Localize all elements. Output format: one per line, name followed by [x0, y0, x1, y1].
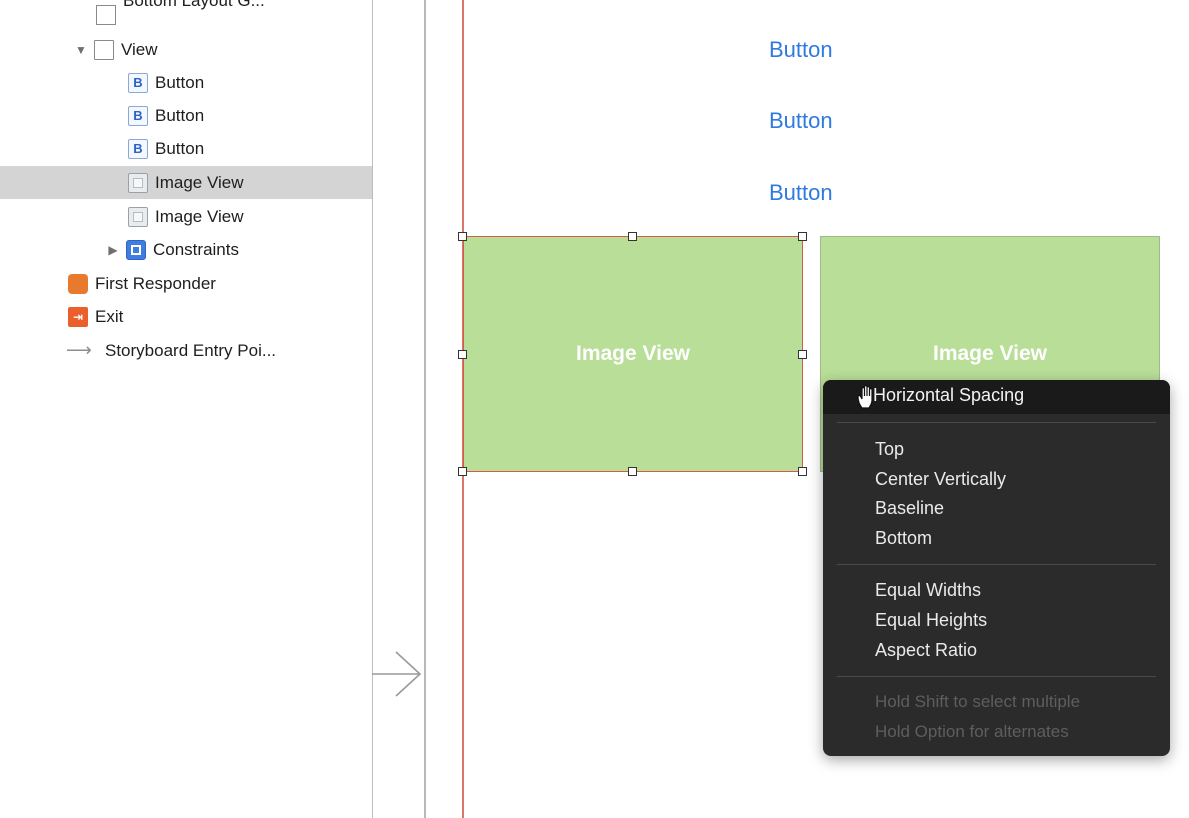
outline-item-label: Button: [155, 105, 205, 125]
outline-item-button[interactable]: B Button: [0, 132, 372, 165]
menu-item-center-vertically[interactable]: Center Vertically: [875, 466, 1006, 492]
outline-item-image-view-selected[interactable]: Image View: [0, 166, 372, 199]
menu-separator: [837, 676, 1156, 677]
outline-item-exit[interactable]: ⇥ Exit: [0, 300, 372, 333]
outline-item-label: Bottom Layout G...: [123, 0, 265, 10]
outline-item-view[interactable]: ▼ View: [0, 33, 372, 66]
outline-item-first-responder[interactable]: First Responder: [0, 267, 372, 300]
image-view-label: Image View: [932, 342, 1047, 365]
resize-handle-right[interactable]: [798, 350, 807, 359]
outline-item-image-view[interactable]: Image View: [0, 200, 372, 233]
image-view-icon: [128, 206, 148, 227]
resize-handle-bottom-left[interactable]: [458, 467, 467, 476]
outline-item-label: First Responder: [95, 273, 216, 293]
canvas-button[interactable]: Button: [769, 35, 833, 65]
outline-item-button[interactable]: B Button: [0, 66, 372, 99]
scene-border: [424, 0, 426, 818]
outline-item-label: View: [121, 39, 158, 59]
outline-item-label: Exit: [95, 306, 124, 326]
image-view-icon: [128, 172, 148, 193]
button-icon: B: [128, 105, 148, 126]
menu-item-equal-widths[interactable]: Equal Widths: [875, 577, 981, 603]
button-icon: B: [128, 138, 148, 159]
first-responder-icon: [68, 273, 88, 294]
menu-separator: [837, 564, 1156, 565]
resize-handle-top-right[interactable]: [798, 232, 807, 241]
outline-item-label: Storyboard Entry Poi...: [105, 340, 277, 360]
menu-item-aspect-ratio[interactable]: Aspect Ratio: [875, 637, 977, 663]
menu-item-baseline[interactable]: Baseline: [875, 495, 944, 521]
outline-item-storyboard-entry-point[interactable]: ⟶ Storyboard Entry Poi...: [0, 334, 372, 367]
outline-item-label: Constraints: [153, 239, 239, 259]
outline-item-button[interactable]: B Button: [0, 99, 372, 132]
image-view-selected[interactable]: Image View: [463, 236, 803, 472]
outline-item-label: Image View: [155, 172, 244, 192]
outline-item-bottom-layout-guide[interactable]: Bottom Layout G...: [0, 0, 372, 30]
constraints-icon: [126, 239, 146, 260]
menu-item-label: Horizontal Spacing: [873, 385, 1025, 405]
outline-item-label: Button: [155, 72, 205, 92]
resize-handle-bottom-right[interactable]: [798, 467, 807, 476]
menu-hint-option: Hold Option for alternates: [875, 722, 1069, 741]
document-outline: Bottom Layout G... ▼ View B Button B But…: [0, 0, 372, 818]
outline-item-constraints[interactable]: ▶ Constraints: [0, 233, 372, 266]
menu-item-top[interactable]: Top: [875, 436, 904, 462]
resize-handle-bottom[interactable]: [628, 467, 637, 476]
storyboard-entry-arrow-icon: [372, 651, 422, 697]
menu-item-equal-heights[interactable]: Equal Heights: [875, 607, 987, 633]
constraint-menu: Horizontal Spacing Top Center Vertically…: [823, 380, 1170, 756]
menu-item-bottom[interactable]: Bottom: [875, 525, 932, 551]
disclosure-collapsed-icon[interactable]: ▶: [106, 243, 120, 257]
menu-hint-shift: Hold Shift to select multiple: [875, 692, 1081, 711]
resize-handle-top[interactable]: [628, 232, 637, 241]
image-view-label: Image View: [575, 342, 690, 365]
entry-point-arrow-icon: ⟶: [66, 340, 92, 360]
canvas-button[interactable]: Button: [769, 178, 833, 208]
outline-item-label: Image View: [155, 206, 244, 226]
resize-handle-left[interactable]: [458, 350, 467, 359]
layout-guide-icon: [96, 5, 116, 25]
canvas-button[interactable]: Button: [769, 106, 833, 136]
outline-item-label: Button: [155, 138, 205, 158]
view-icon: [94, 39, 114, 60]
disclosure-expanded-icon[interactable]: ▼: [74, 43, 88, 57]
exit-icon: ⇥: [68, 306, 88, 327]
menu-separator: [837, 422, 1156, 423]
menu-item-horizontal-spacing[interactable]: Horizontal Spacing: [823, 380, 1170, 414]
button-icon: B: [128, 72, 148, 93]
resize-handle-top-left[interactable]: [458, 232, 467, 241]
